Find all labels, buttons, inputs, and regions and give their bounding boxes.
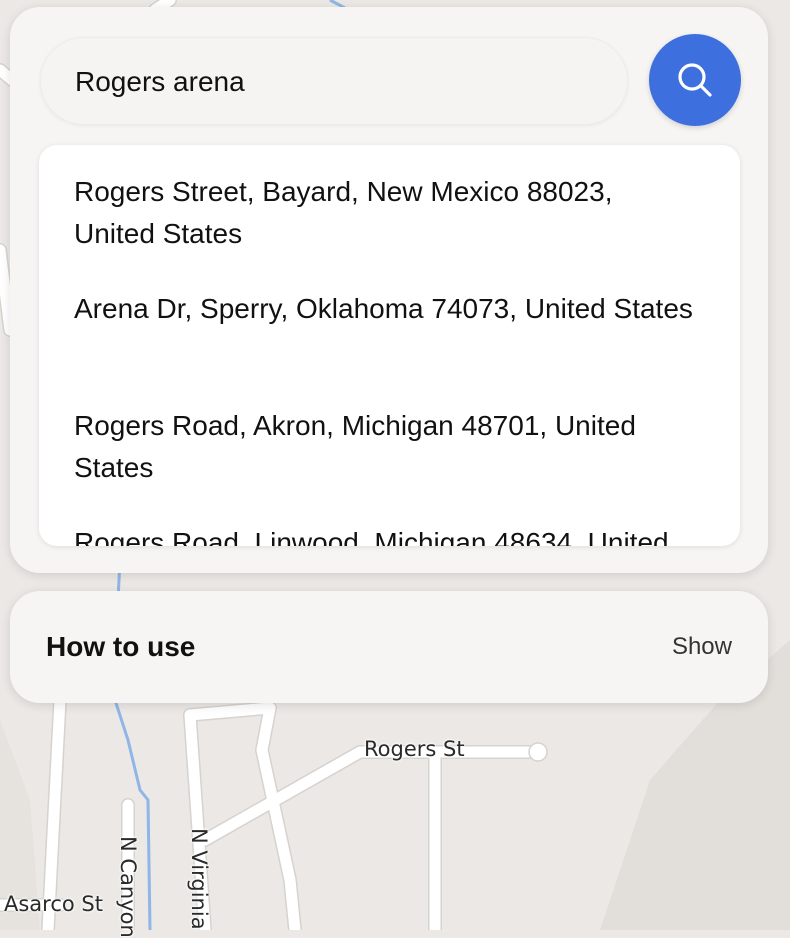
map-label-asarco-st: Asarco St: [4, 892, 103, 916]
search-icon: [675, 60, 715, 100]
road-end-marker: [528, 742, 548, 762]
suggestions-list: Rogers Street, Bayard, New Mexico 88023,…: [39, 145, 740, 546]
map-label-n-virginia: N Virginia: [187, 828, 211, 930]
suggestion-item[interactable]: Rogers Road, Akron, Michigan 48701, Unit…: [74, 405, 694, 489]
search-input[interactable]: [73, 57, 597, 107]
show-toggle-button[interactable]: Show: [672, 633, 732, 661]
search-panel: Rogers Street, Bayard, New Mexico 88023,…: [10, 7, 768, 573]
suggestion-item[interactable]: Rogers Street, Bayard, New Mexico 88023,…: [74, 171, 694, 255]
how-to-use-panel: How to use Show: [10, 591, 768, 703]
search-field-container[interactable]: [40, 37, 628, 125]
how-to-use-title: How to use: [46, 631, 196, 662]
map-label-n-canyon: N Canyon: [116, 836, 140, 938]
suggestion-item[interactable]: Rogers Road, Linwood, Michigan 48634, Un…: [74, 522, 694, 546]
suggestion-item[interactable]: Arena Dr, Sperry, Oklahoma 74073, United…: [74, 288, 694, 330]
map-label-rogers-st: Rogers St: [364, 737, 465, 761]
search-button[interactable]: [649, 34, 741, 126]
